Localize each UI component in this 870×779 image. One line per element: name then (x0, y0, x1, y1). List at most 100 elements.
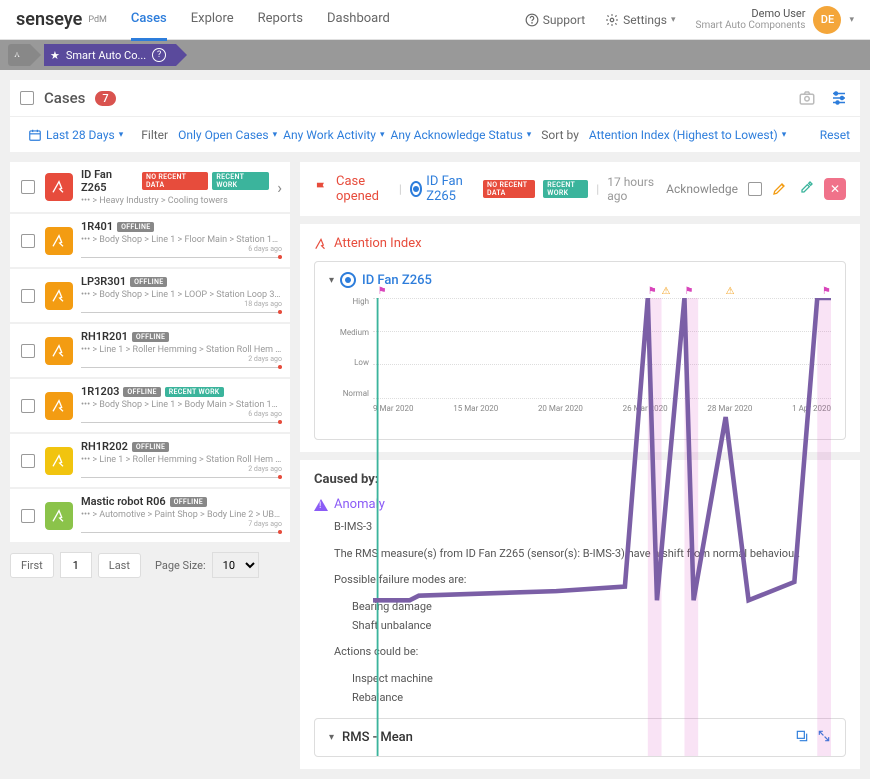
sort-filter[interactable]: Attention Index (Highest to Lowest)▾ (589, 128, 786, 142)
severity-icon (45, 227, 73, 255)
date-filter[interactable]: Last 28 Days▾ (20, 124, 131, 146)
sparkline: 18 days ago (81, 302, 282, 316)
attention-chart-box: ▾ ID Fan Z265 High Medium Low Normal ⚑ ⚑ (314, 261, 846, 440)
breadcrumb-root[interactable] (8, 44, 30, 66)
support-link[interactable]: Support (525, 13, 585, 27)
severity-icon (45, 447, 73, 475)
warning-marker-icon: ⚠ (662, 286, 671, 297)
open-filter[interactable]: Only Open Cases▾ (178, 128, 277, 142)
sparkline: 2 days ago (81, 357, 282, 371)
tab-dashboard[interactable]: Dashboard (327, 0, 390, 41)
case-row[interactable]: RH1R202 OFFLINE ••• > Line 1 > Roller Hem… (10, 434, 290, 487)
tools-icon[interactable] (798, 180, 814, 199)
settings-link[interactable]: Settings ▾ (605, 13, 675, 27)
case-checkbox[interactable] (21, 234, 35, 248)
case-path: ••• > Body Shop > Line 1 > LOOP > Statio… (81, 290, 282, 300)
case-checkbox[interactable] (21, 289, 35, 303)
chevron-down-icon: ▾ (671, 15, 676, 25)
tab-cases[interactable]: Cases (131, 0, 167, 41)
severity-icon (45, 392, 73, 420)
sparkline: 2 days ago (81, 467, 282, 481)
edit-icon[interactable] (772, 180, 788, 199)
page-size-select[interactable]: 10 (212, 552, 259, 578)
target-icon (410, 181, 422, 197)
filter-settings-icon[interactable] (828, 87, 850, 109)
case-checkbox[interactable] (21, 454, 35, 468)
info-icon[interactable]: ? (152, 48, 166, 62)
case-status: Case opened (336, 174, 391, 204)
case-row[interactable]: 1R401OFFLINE ••• > Body Shop > Line 1 > … (10, 214, 290, 267)
attention-chart[interactable]: High Medium Low Normal ⚑ ⚑ ⚠ ⚑ ⚠ ⚑ (373, 298, 831, 398)
case-name: LP3R301 (81, 275, 126, 288)
acknowledge-label: Acknowledge (666, 182, 738, 196)
case-path: ••• > Body Shop > Line 1 > Floor Main > … (81, 235, 282, 245)
expand-icon: ▾ (329, 732, 334, 743)
flag-marker-icon: ⚑ (378, 286, 387, 297)
case-name: ID Fan Z265 (81, 168, 138, 194)
case-checkbox[interactable] (21, 509, 35, 523)
case-row[interactable]: ID Fan Z265NO RECENT DATARECENT WORK •••… (10, 162, 290, 212)
target-icon (340, 272, 356, 288)
page-input[interactable] (60, 552, 92, 578)
calendar-icon (28, 128, 42, 142)
case-path: ••• > Line 1 > Roller Hemming > Station … (81, 455, 282, 465)
page-title: Cases (44, 89, 85, 107)
status-pill: RECENT WORK (212, 172, 269, 190)
page-size-label: Page Size: (155, 559, 206, 572)
case-detail: Case opened | ID Fan Z265 NO RECENT DATA… (300, 162, 860, 769)
flag-marker-icon: ⚑ (648, 286, 657, 297)
status-pill: OFFLINE (130, 277, 167, 287)
case-row[interactable]: RH1R201OFFLINE ••• > Line 1 > Roller Hem… (10, 324, 290, 377)
asset-link[interactable]: ID Fan Z265 (410, 174, 475, 204)
activity-filter[interactable]: Any Work Activity▾ (283, 128, 384, 142)
acknowledge-filter[interactable]: Any Acknowledge Status▾ (391, 128, 532, 142)
case-checkbox[interactable] (21, 180, 35, 194)
tab-reports[interactable]: Reports (258, 0, 303, 41)
case-name: 1R1203 (81, 385, 119, 398)
camera-icon[interactable] (796, 87, 818, 109)
attention-title: Attention Index (314, 236, 846, 251)
avatar: DE (813, 6, 841, 34)
case-path: ••• > Automotive > Paint Shop > Body Lin… (81, 510, 282, 520)
severity-icon (45, 337, 73, 365)
cases-count-badge: 7 (95, 91, 115, 106)
pager: First Last Page Size: 10 (10, 552, 290, 578)
user-org: Smart Auto Components (696, 20, 806, 32)
chevron-down-icon: ▾ (849, 15, 854, 25)
acknowledge-checkbox[interactable] (748, 182, 762, 196)
close-button[interactable]: ✕ (824, 178, 846, 200)
select-all-checkbox[interactable] (20, 91, 34, 105)
user-menu[interactable]: Demo User Smart Auto Components DE ▾ (696, 6, 854, 34)
last-page-button[interactable]: Last (98, 553, 141, 578)
cases-header: Cases 7 (10, 80, 860, 116)
user-name: Demo User (696, 7, 806, 20)
anomaly-icon (314, 499, 328, 511)
case-row[interactable]: LP3R301 OFFLINE ••• > Body Shop > Line 1 … (10, 269, 290, 322)
breadcrumb-item[interactable]: ★ Smart Auto Co... ? (44, 44, 176, 66)
case-path: ••• > Body Shop > Line 1 > Body Main > S… (81, 400, 282, 410)
case-checkbox[interactable] (21, 344, 35, 358)
case-name: Mastic robot R06 (81, 495, 166, 508)
status-pill: OFFLINE (123, 387, 160, 397)
severity-icon (45, 502, 73, 530)
case-name: RH1R202 (81, 440, 128, 453)
status-pill: OFFLINE (132, 442, 169, 452)
flag-icon (314, 181, 328, 198)
case-row[interactable]: 1R1203 OFFLINE RECENT WORK ••• > Body Shop… (10, 379, 290, 432)
nav-tabs: Cases Explore Reports Dashboard (131, 0, 390, 41)
recent-work-pill: RECENT WORK (543, 180, 588, 198)
filter-label: Filter (141, 128, 168, 142)
status-pill: RECENT WORK (165, 387, 224, 397)
case-row[interactable]: Mastic robot R06OFFLINE ••• > Automotive… (10, 489, 290, 542)
tab-explore[interactable]: Explore (191, 0, 234, 41)
first-page-button[interactable]: First (10, 553, 54, 578)
reset-button[interactable]: Reset (820, 128, 850, 142)
logo-suffix: PdM (88, 15, 107, 25)
chart-markers: ⚑ ⚑ ⚠ ⚑ ⚠ ⚑ (373, 286, 831, 298)
topbar: senseye PdM Cases Explore Reports Dashbo… (0, 0, 870, 40)
status-pill: NO RECENT DATA (142, 172, 208, 190)
case-checkbox[interactable] (21, 399, 35, 413)
sparkline: 6 days ago (81, 412, 282, 426)
case-name: 1R401 (81, 220, 113, 233)
detail-header: Case opened | ID Fan Z265 NO RECENT DATA… (300, 162, 860, 216)
